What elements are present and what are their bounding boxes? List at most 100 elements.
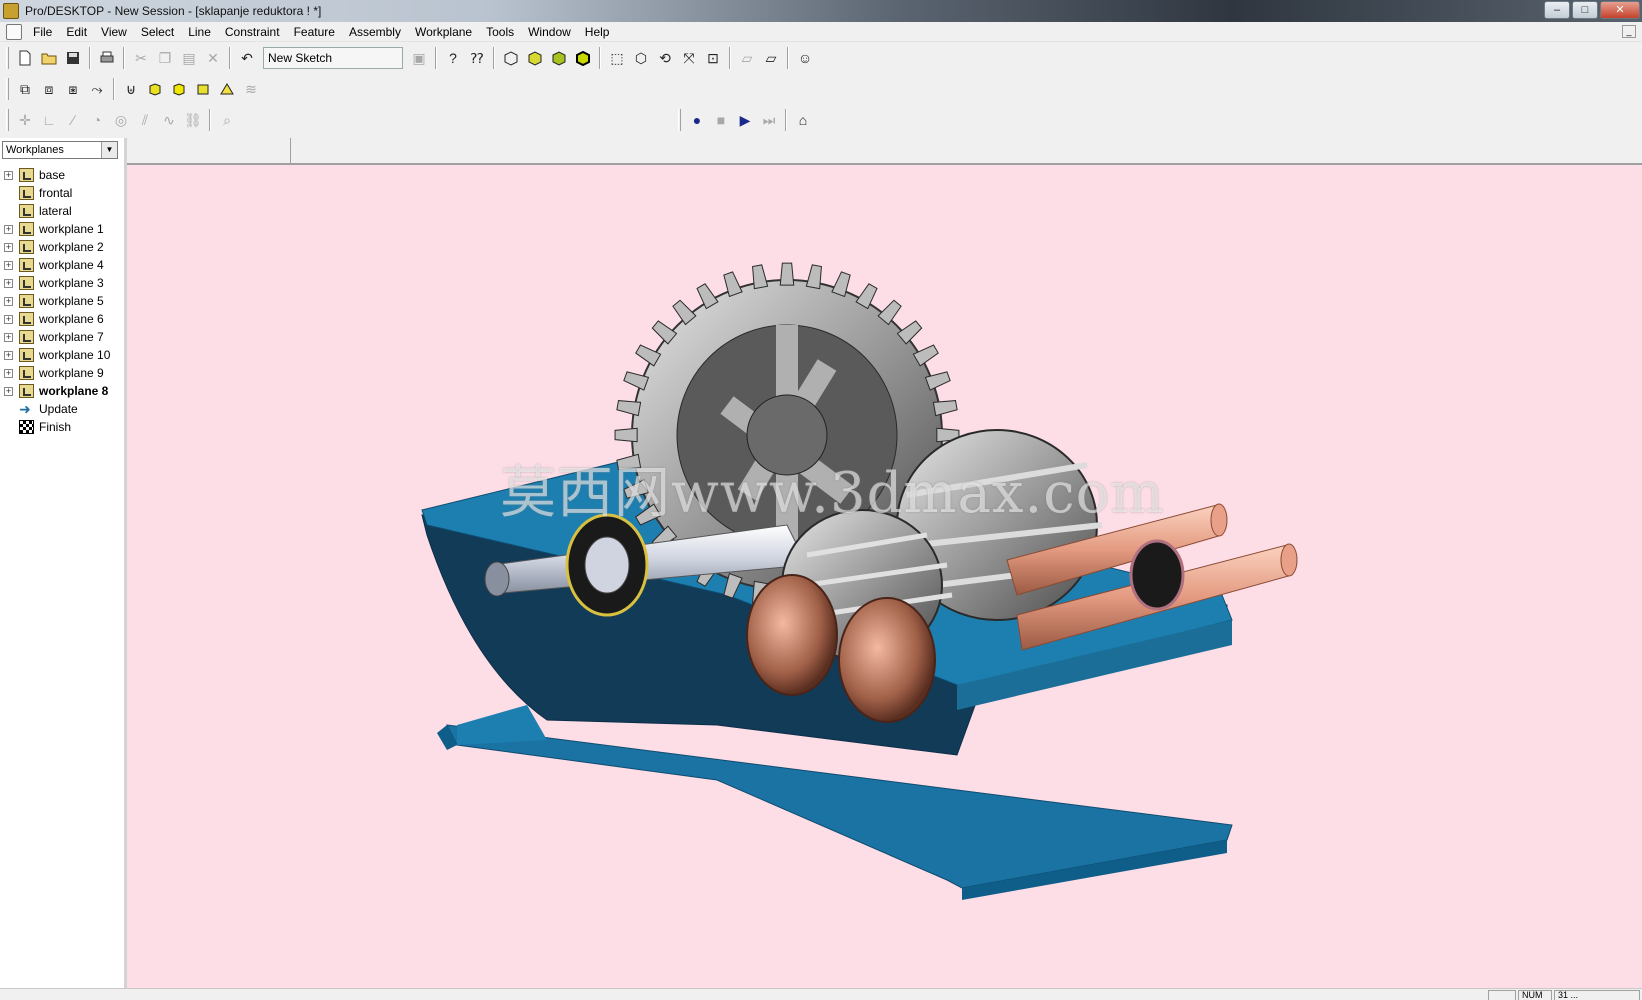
toolbar-grip[interactable]	[6, 78, 9, 100]
draft-icon[interactable]	[191, 77, 215, 101]
menu-assembly[interactable]: Assembly	[342, 22, 408, 42]
solid-view-icon[interactable]	[571, 46, 595, 70]
smiley-icon[interactable]: ☺	[793, 46, 817, 70]
tree-item[interactable]: + workplane 9	[4, 364, 110, 382]
menu-tools[interactable]: Tools	[479, 22, 521, 42]
delete-icon[interactable]: ✕	[201, 46, 225, 70]
tree-item[interactable]: + workplane 2	[4, 238, 110, 256]
fillet-icon[interactable]	[143, 77, 167, 101]
gear-reducer-model[interactable]	[127, 165, 1642, 988]
pattern-icon[interactable]	[215, 77, 239, 101]
tree-item[interactable]: ➜ Update	[4, 400, 110, 418]
expand-icon[interactable]: +	[4, 314, 13, 324]
browser-view-selector[interactable]: Workplanes ▼	[2, 141, 118, 159]
tree-item[interactable]: + workplane 6	[4, 310, 110, 328]
document-icon[interactable]	[6, 23, 22, 40]
print-icon[interactable]	[95, 46, 119, 70]
magnify-icon[interactable]: ⌕	[215, 108, 239, 132]
context-help-icon[interactable]: ⁇	[465, 46, 489, 70]
save-icon[interactable]	[61, 46, 85, 70]
tree-item[interactable]: + workplane 5	[4, 292, 110, 310]
enhanced-view-icon[interactable]	[547, 46, 571, 70]
viewport-tab[interactable]	[127, 138, 291, 165]
menu-file[interactable]: File	[26, 22, 59, 42]
sketch-properties-icon[interactable]: ▣	[407, 46, 431, 70]
rotate-view-icon[interactable]: ⟲	[653, 46, 677, 70]
workplane-view-icon[interactable]: ⏥	[759, 46, 783, 70]
tree-item[interactable]: + workplane 3	[4, 274, 110, 292]
step-icon[interactable]: ⏭	[757, 108, 781, 132]
tree-item[interactable]: + workplane 10	[4, 346, 110, 364]
menu-constraint[interactable]: Constraint	[218, 22, 287, 42]
menu-view[interactable]: View	[94, 22, 134, 42]
loft-icon[interactable]: ⤳	[85, 77, 109, 101]
minimize-button[interactable]: –	[1544, 1, 1570, 19]
revolve-icon[interactable]: ⧈	[37, 77, 61, 101]
stop-icon[interactable]: ■	[709, 108, 733, 132]
expand-icon[interactable]: +	[4, 332, 13, 342]
circle-icon[interactable]: ◎	[109, 108, 133, 132]
tree-item[interactable]: + workplane 1	[4, 220, 110, 238]
expand-icon[interactable]: +	[4, 170, 13, 180]
link-icon[interactable]: ⛓	[181, 108, 205, 132]
copy-icon[interactable]: ❐	[153, 46, 177, 70]
tree-item[interactable]: + workplane 7	[4, 328, 110, 346]
expand-icon[interactable]: +	[4, 260, 13, 270]
paste-icon[interactable]: ▤	[177, 46, 201, 70]
menu-edit[interactable]: Edit	[59, 22, 94, 42]
expand-icon[interactable]: +	[4, 242, 13, 252]
thread-icon[interactable]: ≋	[239, 77, 263, 101]
undo-icon[interactable]: ↶	[235, 46, 259, 70]
extrude-icon[interactable]: ⧉	[13, 77, 37, 101]
mdi-minimize-button[interactable]: _	[1622, 25, 1636, 38]
spline-icon[interactable]: ∿	[157, 108, 181, 132]
tree-item[interactable]: + workplane 4	[4, 256, 110, 274]
shell-icon[interactable]: ⊎	[119, 77, 143, 101]
sketch-selector[interactable]: New Sketch	[263, 47, 403, 69]
wireframe-view-icon[interactable]	[499, 46, 523, 70]
toolbar-grip[interactable]	[678, 109, 681, 131]
expand-icon[interactable]: +	[4, 278, 13, 288]
section-view-icon[interactable]: ▱	[735, 46, 759, 70]
view-iso-icon[interactable]: ⬡	[629, 46, 653, 70]
tree-item[interactable]: lateral	[4, 202, 110, 220]
camera-icon[interactable]: ⌂	[791, 108, 815, 132]
view-front-icon[interactable]: ⬚	[605, 46, 629, 70]
toolbar-grip[interactable]	[6, 47, 9, 69]
pan-view-icon[interactable]: ⤧	[677, 46, 701, 70]
zoom-view-icon[interactable]: ⊡	[701, 46, 725, 70]
menu-help[interactable]: Help	[578, 22, 617, 42]
chamfer-icon[interactable]	[167, 77, 191, 101]
line-icon[interactable]: ⁄	[61, 108, 85, 132]
tree-item[interactable]: Finish	[4, 418, 110, 436]
play-icon[interactable]: ▶	[733, 108, 757, 132]
tree-item[interactable]: + workplane 8	[4, 382, 110, 400]
sweep-icon[interactable]: ⧆	[61, 77, 85, 101]
menu-select[interactable]: Select	[134, 22, 181, 42]
chevron-down-icon[interactable]: ▼	[101, 142, 117, 158]
menu-line[interactable]: Line	[181, 22, 218, 42]
new-file-icon[interactable]	[13, 46, 37, 70]
record-icon[interactable]: ●	[685, 108, 709, 132]
open-folder-icon[interactable]	[37, 46, 61, 70]
expand-icon[interactable]: +	[4, 350, 13, 360]
cut-icon[interactable]: ✂	[129, 46, 153, 70]
close-button[interactable]: ✕	[1600, 1, 1640, 19]
menu-window[interactable]: Window	[521, 22, 578, 42]
tree-item[interactable]: + base	[4, 166, 110, 184]
menu-feature[interactable]: Feature	[287, 22, 342, 42]
expand-icon[interactable]: +	[4, 386, 13, 396]
help-icon[interactable]: ?	[441, 46, 465, 70]
toolbar-grip[interactable]	[6, 109, 9, 131]
expand-icon[interactable]: +	[4, 296, 13, 306]
shaded-view-icon[interactable]	[523, 46, 547, 70]
maximize-button[interactable]: □	[1572, 1, 1598, 19]
expand-icon[interactable]: +	[4, 368, 13, 378]
arc-icon[interactable]: ◔	[85, 108, 109, 132]
tree-item[interactable]: frontal	[4, 184, 110, 202]
3d-viewport[interactable]: 莫西网www.3dmax.com	[127, 165, 1642, 988]
parallel-icon[interactable]: ⫽	[133, 108, 157, 132]
expand-icon[interactable]: +	[4, 224, 13, 234]
corner-icon[interactable]: ∟	[37, 108, 61, 132]
point-icon[interactable]: ✛	[13, 108, 37, 132]
